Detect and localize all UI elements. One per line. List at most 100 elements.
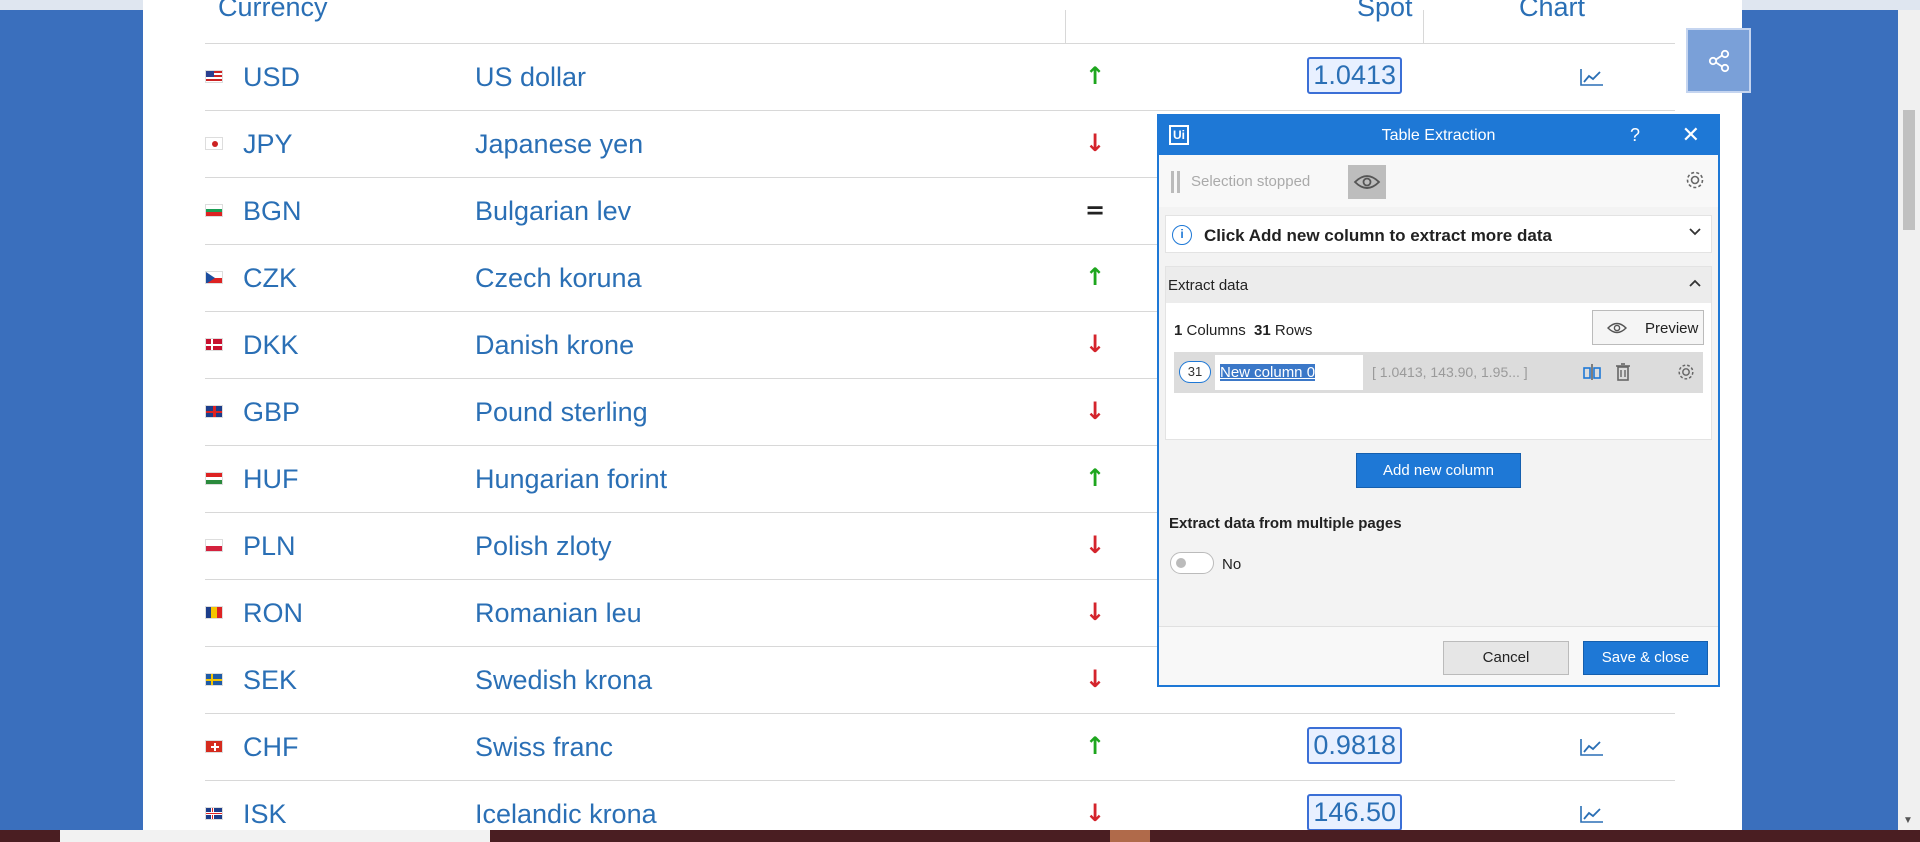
edit-column-icon[interactable]: [1582, 362, 1602, 387]
currency-code-link[interactable]: USD: [243, 62, 300, 93]
currency-name-link[interactable]: Pound sterling: [475, 397, 648, 428]
extract-data-section: Extract data 1 Columns 31 Rows Preview 3…: [1165, 266, 1712, 440]
help-button[interactable]: ?: [1630, 125, 1640, 146]
trend-eq-icon: =: [1085, 196, 1106, 224]
add-new-column-button[interactable]: Add new column: [1356, 453, 1521, 488]
taskbar: [0, 830, 1920, 842]
extraction-counts: 1 Columns 31 Rows: [1174, 322, 1312, 339]
extract-data-header[interactable]: Extract data: [1166, 267, 1711, 303]
header-separator: [1065, 10, 1066, 43]
line-chart-icon[interactable]: [1580, 805, 1604, 823]
trend-down-icon: ↓: [1085, 397, 1106, 425]
flag-is-icon: [205, 807, 223, 820]
flag-gb-icon: [205, 405, 223, 418]
flag-cz-icon: [205, 271, 223, 284]
flag-bg-icon: [205, 204, 223, 217]
chevron-down-icon[interactable]: [1687, 224, 1703, 245]
currency-name-link[interactable]: Danish krone: [475, 330, 634, 361]
delete-column-icon[interactable]: [1614, 362, 1632, 387]
currency-code-link[interactable]: HUF: [243, 464, 299, 495]
currency-code-link[interactable]: GBP: [243, 397, 300, 428]
preview-button[interactable]: Preview: [1592, 310, 1704, 345]
column-name-field[interactable]: New column 0: [1215, 355, 1363, 390]
spot-rate-value[interactable]: 1.0413: [1307, 57, 1402, 94]
column-name-value: New column 0: [1220, 364, 1316, 381]
info-icon: i: [1172, 225, 1192, 245]
table-row: ISK Icelandic krona ↓ 146.50: [205, 781, 1675, 830]
flag-ch-icon: [205, 740, 223, 753]
table-extraction-dialog: Ui Table Extraction ? ✕ Selection stoppe…: [1157, 114, 1720, 687]
table-row: CHF Swiss franc ↑ 0.9818: [205, 714, 1675, 781]
flag-ro-icon: [205, 606, 223, 619]
dialog-title-bar: Ui Table Extraction ? ✕: [1159, 116, 1718, 155]
scroll-down-icon[interactable]: ▼: [1903, 815, 1913, 826]
scrollbar-thumb[interactable]: [1903, 110, 1915, 230]
currency-name-link[interactable]: Polish zloty: [475, 531, 612, 562]
column-sample-values: [ 1.0413, 143.90, 1.95... ]: [1372, 364, 1528, 380]
currency-name-link[interactable]: US dollar: [475, 62, 586, 93]
trend-up-icon: ↑: [1085, 62, 1106, 90]
currency-code-link[interactable]: BGN: [243, 196, 302, 227]
line-chart-icon[interactable]: [1580, 68, 1604, 86]
close-button[interactable]: ✕: [1682, 122, 1700, 148]
currency-code-link[interactable]: JPY: [243, 129, 293, 160]
currency-name-link[interactable]: Romanian leu: [475, 598, 642, 629]
spot-rate-value[interactable]: 0.9818: [1307, 727, 1402, 764]
share-icon: [1708, 49, 1729, 72]
columns-label: Columns: [1186, 322, 1246, 339]
line-chart-icon[interactable]: [1580, 738, 1604, 756]
chart-column-header: Chart: [1519, 0, 1586, 22]
chevron-up-icon[interactable]: [1687, 275, 1703, 296]
currency-name-link[interactable]: Japanese yen: [475, 129, 643, 160]
currency-name-link[interactable]: Bulgarian lev: [475, 196, 631, 227]
currency-name-link[interactable]: Swiss franc: [475, 732, 613, 763]
pause-icon[interactable]: [1171, 171, 1181, 193]
flag-se-icon: [205, 673, 223, 686]
trend-down-icon: ↓: [1085, 799, 1106, 827]
settings-gear-icon[interactable]: [1684, 169, 1706, 196]
currency-code-link[interactable]: CZK: [243, 263, 297, 294]
currency-code-link[interactable]: ISK: [243, 799, 287, 830]
column-settings-gear-icon[interactable]: [1676, 362, 1696, 387]
currency-code-link[interactable]: RON: [243, 598, 303, 629]
rows-count: 31: [1254, 322, 1271, 339]
share-button[interactable]: [1686, 28, 1751, 93]
rows-label: Rows: [1274, 322, 1313, 339]
header-separator: [1423, 10, 1424, 43]
trend-down-icon: ↓: [1085, 598, 1106, 626]
page-scrollbar[interactable]: ▼: [1898, 10, 1920, 830]
eye-icon: [1607, 321, 1627, 339]
trend-up-icon: ↑: [1085, 464, 1106, 492]
currency-code-link[interactable]: SEK: [243, 665, 297, 696]
currency-name-link[interactable]: Icelandic krona: [475, 799, 657, 830]
multiple-pages-toggle[interactable]: [1170, 552, 1214, 574]
currency-code-link[interactable]: DKK: [243, 330, 299, 361]
spot-column-header: Spot: [1357, 0, 1413, 22]
save-and-close-button[interactable]: Save & close: [1583, 641, 1708, 675]
info-banner[interactable]: i Click Add new column to extract more d…: [1165, 215, 1712, 253]
highlight-toggle-button[interactable]: [1348, 165, 1386, 199]
flag-hu-icon: [205, 472, 223, 485]
currency-name-link[interactable]: Czech koruna: [475, 263, 642, 294]
currency-code-link[interactable]: CHF: [243, 732, 299, 763]
trend-up-icon: ↑: [1085, 263, 1106, 291]
currency-name-link[interactable]: Hungarian forint: [475, 464, 667, 495]
trend-down-icon: ↓: [1085, 531, 1106, 559]
currency-column-header: Currency: [218, 0, 328, 22]
columns-count: 1: [1174, 322, 1183, 339]
cancel-button[interactable]: Cancel: [1443, 641, 1569, 675]
taskbar-search[interactable]: [60, 830, 490, 842]
flag-dk-icon: [205, 338, 223, 351]
currency-code-link[interactable]: PLN: [243, 531, 296, 562]
dialog-footer: Cancel Save & close: [1159, 626, 1718, 685]
selection-toolbar: Selection stopped: [1159, 155, 1718, 207]
flag-jp-icon: [205, 137, 223, 150]
trend-down-icon: ↓: [1085, 665, 1106, 693]
trend-down-icon: ↓: [1085, 330, 1106, 358]
taskbar-app-icon[interactable]: [1110, 830, 1150, 842]
multiple-pages-toggle-label: No: [1222, 556, 1242, 573]
extracted-column-row[interactable]: 31 New column 0 [ 1.0413, 143.90, 1.95..…: [1174, 352, 1703, 393]
currency-name-link[interactable]: Swedish krona: [475, 665, 652, 696]
spot-rate-value[interactable]: 146.50: [1307, 794, 1402, 830]
column-row-count-badge: 31: [1179, 361, 1211, 383]
